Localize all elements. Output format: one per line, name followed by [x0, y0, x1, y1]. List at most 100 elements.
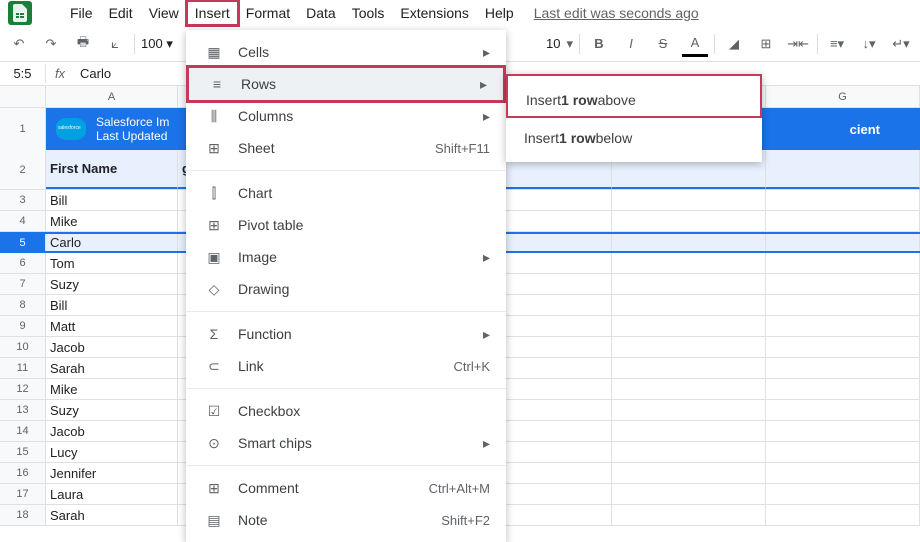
- cell-first-name[interactable]: Jacob: [46, 337, 178, 357]
- cell-first-name[interactable]: Laura: [46, 484, 178, 504]
- insert-menu-drawing[interactable]: ◇Drawing: [186, 273, 506, 305]
- row-header[interactable]: 15: [0, 442, 46, 462]
- merge-icon[interactable]: ⇥⇤: [785, 31, 811, 57]
- insert-row-above[interactable]: Insert 1 row above: [508, 84, 760, 116]
- insert-menu-columns[interactable]: ⫼Columns▸: [186, 100, 506, 132]
- comment-icon: ⊞: [202, 480, 226, 497]
- banner-line1: Salesforce Im: [96, 115, 169, 129]
- cell-first-name[interactable]: Suzy: [46, 400, 178, 420]
- insert-menu-checkbox[interactable]: ☑Checkbox: [186, 395, 506, 427]
- cell-first-name[interactable]: Lucy: [46, 442, 178, 462]
- row-header[interactable]: 18: [0, 505, 46, 525]
- insert-menu-dropdown: ▦Cells▸≡Rows▸⫼Columns▸⊞SheetShift+F11 ⫿Ch…: [186, 30, 506, 542]
- insert-menu-comment[interactable]: ⊞CommentCtrl+Alt+M: [186, 472, 506, 504]
- insert-menu-sheet[interactable]: ⊞SheetShift+F11: [186, 132, 506, 164]
- print-icon[interactable]: 🖶: [70, 31, 96, 57]
- insert-menu-smart-chips[interactable]: ⊙Smart chips▸: [186, 427, 506, 459]
- row-header[interactable]: 4: [0, 211, 46, 231]
- row-header-1[interactable]: 1: [0, 108, 46, 150]
- col-header-G[interactable]: G: [766, 86, 920, 107]
- row-header-2[interactable]: 2: [0, 150, 46, 189]
- insert-menu-pivot-table[interactable]: ⊞Pivot table: [186, 209, 506, 241]
- menu-file[interactable]: File: [62, 1, 101, 25]
- row-header[interactable]: 3: [0, 190, 46, 210]
- redo-icon[interactable]: ↷: [38, 31, 64, 57]
- row-header[interactable]: 7: [0, 274, 46, 294]
- insert-menu-rows[interactable]: ≡Rows▸: [189, 68, 503, 100]
- col-header-A[interactable]: A: [46, 86, 178, 107]
- row-header[interactable]: 8: [0, 295, 46, 315]
- formula-input[interactable]: Carlo: [74, 66, 111, 81]
- chart-icon: ⫿: [202, 185, 226, 202]
- font-size[interactable]: 10: [546, 36, 560, 51]
- checkbox-icon: ☑: [202, 403, 226, 420]
- menu-bar: FileEditViewInsertFormatDataToolsExtensi…: [0, 0, 920, 26]
- cell-first-name[interactable]: Mike: [46, 379, 178, 399]
- cells-icon: ▦: [202, 44, 226, 61]
- menu-data[interactable]: Data: [298, 1, 344, 25]
- sheets-logo-icon[interactable]: [8, 1, 32, 25]
- halign-icon[interactable]: ≡▾: [824, 31, 850, 57]
- text-color-icon[interactable]: A: [682, 31, 708, 57]
- function-icon: Σ: [202, 326, 226, 342]
- paint-format-icon[interactable]: ⟀: [102, 31, 128, 57]
- valign-icon[interactable]: ↓▾: [856, 31, 882, 57]
- cell-first-name[interactable]: Jacob: [46, 421, 178, 441]
- row-header[interactable]: 12: [0, 379, 46, 399]
- row-header[interactable]: 5: [0, 234, 46, 251]
- sheet-icon: ⊞: [202, 140, 226, 157]
- columns-icon: ⫼: [202, 108, 226, 125]
- insert-menu-chart[interactable]: ⫿Chart: [186, 177, 506, 209]
- cell-first-name[interactable]: Carlo: [46, 234, 178, 251]
- row-header[interactable]: 13: [0, 400, 46, 420]
- cell-first-name[interactable]: Tom: [46, 253, 178, 273]
- insert-menu-cells[interactable]: ▦Cells▸: [186, 36, 506, 68]
- insert-row-below[interactable]: Insert 1 row below: [506, 122, 762, 154]
- row-header[interactable]: 16: [0, 463, 46, 483]
- cell-first-name[interactable]: Jennifer: [46, 463, 178, 483]
- strike-icon[interactable]: S: [650, 31, 676, 57]
- row-header[interactable]: 14: [0, 421, 46, 441]
- cell-first-name[interactable]: Sarah: [46, 358, 178, 378]
- cell-first-name[interactable]: Suzy: [46, 274, 178, 294]
- banner-right-text: cient: [850, 122, 880, 137]
- menu-view[interactable]: View: [141, 1, 187, 25]
- select-all-corner[interactable]: [0, 86, 46, 107]
- insert-menu-link[interactable]: ⊂LinkCtrl+K: [186, 350, 506, 382]
- menu-help[interactable]: Help: [477, 1, 522, 25]
- menu-edit[interactable]: Edit: [101, 1, 141, 25]
- header-first-name[interactable]: First Name: [46, 150, 178, 189]
- banner-line2: Last Updated: [96, 129, 169, 143]
- note-icon: ▤: [202, 512, 226, 529]
- bold-icon[interactable]: B: [586, 31, 612, 57]
- row-header[interactable]: 10: [0, 337, 46, 357]
- menu-format[interactable]: Format: [238, 1, 298, 25]
- menu-insert[interactable]: Insert: [187, 1, 238, 25]
- cell-first-name[interactable]: Sarah: [46, 505, 178, 525]
- cell-first-name[interactable]: Bill: [46, 190, 178, 210]
- cell-first-name[interactable]: Mike: [46, 211, 178, 231]
- insert-menu-image[interactable]: ▣Image▸: [186, 241, 506, 273]
- cell-first-name[interactable]: Bill: [46, 295, 178, 315]
- menu-tools[interactable]: Tools: [344, 1, 393, 25]
- insert-menu-note[interactable]: ▤NoteShift+F2: [186, 504, 506, 536]
- zoom-select[interactable]: 100 ▾: [141, 36, 173, 52]
- row-header[interactable]: 11: [0, 358, 46, 378]
- menu-extensions[interactable]: Extensions: [392, 1, 476, 25]
- cell-first-name[interactable]: Matt: [46, 316, 178, 336]
- wrap-icon[interactable]: ↵▾: [888, 31, 914, 57]
- pivot-table-icon: ⊞: [202, 217, 226, 234]
- rows-icon: ≡: [205, 76, 229, 92]
- fill-color-icon[interactable]: ◢: [721, 31, 747, 57]
- name-box[interactable]: 5:5: [0, 64, 46, 83]
- row-header[interactable]: 17: [0, 484, 46, 504]
- row-header[interactable]: 6: [0, 253, 46, 273]
- fx-icon: fx: [46, 66, 74, 81]
- borders-icon[interactable]: ⊞: [753, 31, 779, 57]
- undo-icon[interactable]: ↶: [6, 31, 32, 57]
- insert-menu-function[interactable]: ΣFunction▸: [186, 318, 506, 350]
- rows-submenu: Insert 1 row above Insert 1 row below: [506, 74, 762, 162]
- last-edit-link[interactable]: Last edit was seconds ago: [534, 5, 699, 21]
- row-header[interactable]: 9: [0, 316, 46, 336]
- italic-icon[interactable]: I: [618, 31, 644, 57]
